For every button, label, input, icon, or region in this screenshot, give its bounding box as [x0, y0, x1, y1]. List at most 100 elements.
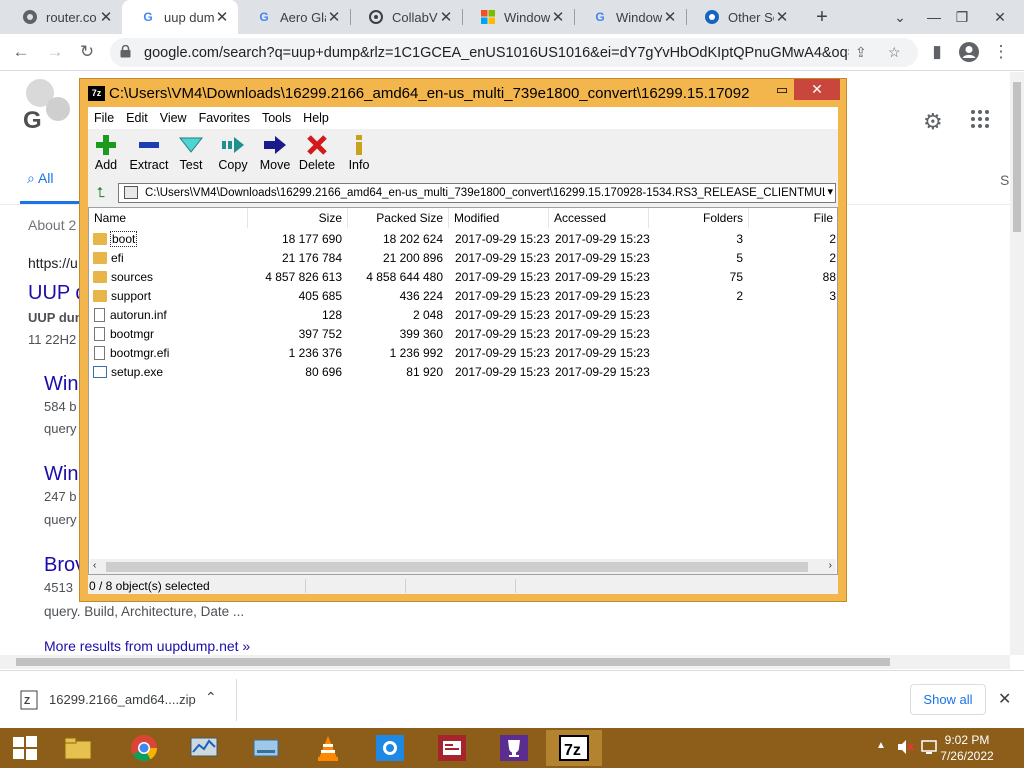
- menu-file[interactable]: File: [94, 111, 114, 125]
- reload-icon[interactable]: ↻: [74, 39, 100, 65]
- scrollbar-thumb[interactable]: [16, 658, 890, 666]
- restore-icon[interactable]: ❐: [942, 0, 982, 34]
- scrollbar-thumb[interactable]: [106, 562, 808, 572]
- column-header-name[interactable]: Name: [89, 208, 248, 228]
- taskbar-trophy[interactable]: [486, 730, 542, 766]
- column-header-files[interactable]: File: [749, 208, 837, 228]
- menu-help[interactable]: Help: [303, 111, 329, 125]
- close-icon[interactable]: ✕: [774, 8, 790, 26]
- sitelink-title[interactable]: Win: [44, 463, 78, 486]
- start-button[interactable]: [0, 730, 50, 766]
- list-horizontal-scrollbar[interactable]: ‹ ›: [90, 559, 836, 574]
- settings-gear-icon[interactable]: ⚙: [923, 109, 943, 135]
- more-results-link[interactable]: More results from uupdump.net »: [44, 638, 250, 654]
- tab-collabvm[interactable]: CollabV ✕: [350, 0, 462, 34]
- taskbar-monitor[interactable]: [176, 730, 232, 766]
- menu-favorites[interactable]: Favorites: [199, 111, 250, 125]
- move-button[interactable]: Move: [253, 133, 297, 172]
- sitelink-title[interactable]: Win: [44, 373, 78, 396]
- google-doodle-logo[interactable]: G: [0, 75, 80, 140]
- extract-button[interactable]: Extract: [127, 133, 171, 172]
- sevenzip-titlebar[interactable]: 7z C:\Users\VM4\Downloads\16299.2166_amd…: [80, 79, 846, 107]
- file-row[interactable]: autorun.inf 128 2 048 2017-09-29 15:23 2017-…: [89, 305, 837, 324]
- close-icon[interactable]: ✕: [326, 8, 342, 26]
- file-row[interactable]: boot 18 177 690 18 202 624 2017-09-29 15:23…: [89, 229, 837, 248]
- file-row[interactable]: efi 21 176 784 21 200 896 2017-09-29 15:23 2…: [89, 248, 837, 267]
- browser-tab-strip: router.co ✕ G uup dum ✕ G Aero Gla ✕ Col…: [0, 0, 1024, 34]
- scroll-right-icon[interactable]: ›: [829, 560, 832, 571]
- show-all-button[interactable]: Show all: [910, 684, 986, 715]
- file-row[interactable]: sources 4 857 826 613 4 858 644 480 2017-09…: [89, 267, 837, 286]
- download-filename[interactable]: 16299.2166_amd64....zip: [49, 692, 196, 707]
- file-row[interactable]: support 405 685 436 224 2017-09-29 15:23 201…: [89, 286, 837, 305]
- tab-partial[interactable]: S: [1000, 172, 1009, 188]
- tab-other-sc[interactable]: Other Sc ✕: [686, 0, 798, 34]
- tab-windows[interactable]: Window ✕: [462, 0, 574, 34]
- file-row[interactable]: setup.exe 80 696 81 920 2017-09-29 15:23 201…: [89, 362, 837, 381]
- taskbar-drive[interactable]: [238, 730, 294, 766]
- column-header-modified[interactable]: Modified: [449, 208, 549, 228]
- forward-arrow-icon[interactable]: →: [42, 39, 68, 65]
- copy-button[interactable]: Copy: [211, 133, 255, 172]
- column-header-accessed[interactable]: Accessed: [549, 208, 649, 228]
- tab-windows-google[interactable]: G Window ✕: [574, 0, 686, 34]
- address-bar[interactable]: google.com/search?q=uup+dump&rlz=1C1GCEA…: [110, 38, 918, 67]
- taskbar-explorer[interactable]: [50, 730, 106, 766]
- result-title-link[interactable]: UUP d: [28, 282, 87, 305]
- taskbar-chrome[interactable]: [116, 730, 172, 766]
- column-header-size[interactable]: Size: [248, 208, 348, 228]
- close-icon[interactable]: ✕: [214, 8, 230, 26]
- taskbar-vlc[interactable]: [300, 730, 356, 766]
- profile-avatar-icon[interactable]: [956, 39, 982, 65]
- scrollbar-thumb[interactable]: [1013, 82, 1021, 232]
- volume-muted-icon[interactable]: [897, 739, 915, 758]
- minimize-icon[interactable]: ▭: [770, 81, 794, 99]
- tab-uup-dump[interactable]: G uup dum ✕: [122, 0, 238, 34]
- add-button[interactable]: Add: [84, 133, 128, 172]
- window-close-button[interactable]: ✕: [794, 79, 840, 100]
- path-combobox[interactable]: C:\Users\VM4\Downloads\16299.2166_amd64_…: [118, 183, 836, 203]
- up-folder-icon[interactable]: ⮤: [92, 184, 110, 202]
- tab-title: Window: [616, 9, 662, 25]
- tab-aero-glass[interactable]: G Aero Gla ✕: [238, 0, 350, 34]
- sitelink-snippet: query: [44, 421, 77, 436]
- show-hidden-icons-chevron[interactable]: ▲: [876, 740, 886, 751]
- menu-edit[interactable]: Edit: [126, 111, 148, 125]
- close-icon[interactable]: ✕: [662, 8, 678, 26]
- page-vertical-scrollbar[interactable]: [1010, 72, 1024, 655]
- share-icon[interactable]: ⇪: [855, 44, 867, 61]
- file-row[interactable]: bootmgr 397 752 399 360 2017-09-29 15:23 201…: [89, 324, 837, 343]
- bookmark-star-icon[interactable]: ☆: [888, 44, 901, 61]
- file-row[interactable]: bootmgr.efi 1 236 376 1 236 992 2017-09-29 …: [89, 343, 837, 362]
- close-icon[interactable]: ✕: [998, 689, 1011, 709]
- scroll-left-icon[interactable]: ‹: [93, 560, 96, 571]
- info-button[interactable]: Info: [337, 133, 381, 172]
- close-icon[interactable]: ✕: [98, 8, 114, 26]
- new-tab-plus-icon[interactable]: +: [802, 0, 842, 34]
- delete-button[interactable]: Delete: [295, 133, 339, 172]
- page-horizontal-scrollbar[interactable]: [0, 655, 1010, 669]
- column-header-folders[interactable]: Folders: [649, 208, 749, 228]
- taskbar-7zip[interactable]: 7z: [546, 730, 602, 766]
- apps-grid-icon[interactable]: [970, 109, 990, 132]
- back-arrow-icon[interactable]: ←: [8, 39, 34, 65]
- window-close-icon[interactable]: ✕: [980, 0, 1020, 34]
- sitelink-snippet: query: [44, 512, 77, 527]
- chevron-up-icon[interactable]: ⌃: [205, 689, 217, 706]
- system-clock[interactable]: 9:02 PM 7/26/2022: [932, 732, 1002, 764]
- column-header-packed-size[interactable]: Packed Size: [348, 208, 449, 228]
- menu-tools[interactable]: Tools: [262, 111, 291, 125]
- tab-all[interactable]: ⌕ All: [27, 170, 54, 187]
- close-icon[interactable]: ✕: [550, 8, 566, 26]
- close-icon[interactable]: ✕: [438, 8, 454, 26]
- side-panel-icon[interactable]: ▮: [924, 39, 950, 65]
- taskbar-settings[interactable]: [362, 730, 418, 766]
- result-url[interactable]: https://u: [28, 255, 78, 271]
- tab-router[interactable]: router.co ✕: [4, 0, 122, 34]
- menu-kebab-icon[interactable]: ⋮: [988, 39, 1014, 65]
- test-button[interactable]: Test: [169, 133, 213, 172]
- collabvm-icon: [368, 9, 384, 25]
- taskbar-reader[interactable]: [424, 730, 480, 766]
- menu-view[interactable]: View: [160, 111, 187, 125]
- dropdown-arrow-icon[interactable]: ▾: [827, 185, 833, 198]
